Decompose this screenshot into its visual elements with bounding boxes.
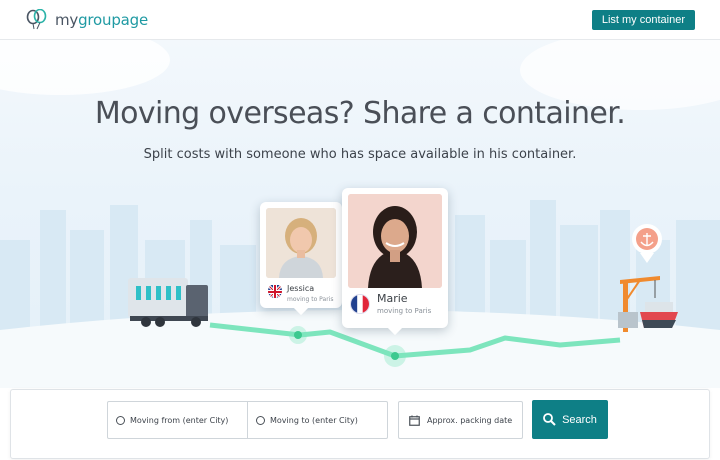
- packing-date-placeholder: Approx. packing date: [427, 415, 513, 425]
- avatar-marie: [348, 194, 442, 288]
- packing-date-input[interactable]: Approx. packing date: [398, 401, 523, 439]
- moving-from-input[interactable]: Moving from (enter City): [107, 401, 248, 439]
- search-button-label: Search: [562, 413, 597, 426]
- location-radio-icon: [116, 415, 125, 425]
- profile-card-jessica: Jessica moving to Paris: [260, 202, 342, 316]
- moving-to-placeholder: Moving to (enter City): [270, 415, 358, 425]
- location-radio-icon: [256, 415, 265, 425]
- profile-name: Jessica: [287, 284, 315, 293]
- hero-section: Moving overseas? Share a container. Spli…: [0, 40, 720, 388]
- moving-from-placeholder: Moving from (enter City): [130, 415, 229, 425]
- hero-subtitle: Split costs with someone who has space a…: [143, 147, 577, 162]
- balloons-logo-icon: [26, 9, 47, 30]
- search-bar: Moving from (enter City) Moving to (ente…: [10, 389, 710, 459]
- brand-logo[interactable]: mygroupage: [25, 9, 148, 31]
- profile-destination: moving to Paris: [287, 296, 334, 303]
- top-navbar: mygroupage List my container: [0, 0, 720, 40]
- uk-flag-icon: [268, 284, 282, 298]
- moving-to-input[interactable]: Moving to (enter City): [248, 401, 388, 439]
- profile-card-marie: Marie moving to Paris: [342, 188, 448, 336]
- calendar-icon: [409, 415, 420, 426]
- profile-name: Marie: [377, 292, 408, 305]
- truck-illustration: [128, 278, 208, 327]
- profile-destination: moving to Paris: [377, 307, 432, 315]
- france-flag-icon: [350, 294, 370, 314]
- brand-name: mygroupage: [55, 11, 149, 29]
- search-icon: [543, 413, 556, 426]
- avatar-jessica: [266, 208, 336, 278]
- search-button[interactable]: Search: [532, 400, 608, 439]
- hero-title: Moving overseas? Share a container.: [94, 96, 626, 131]
- list-my-container-button[interactable]: List my container: [591, 10, 695, 30]
